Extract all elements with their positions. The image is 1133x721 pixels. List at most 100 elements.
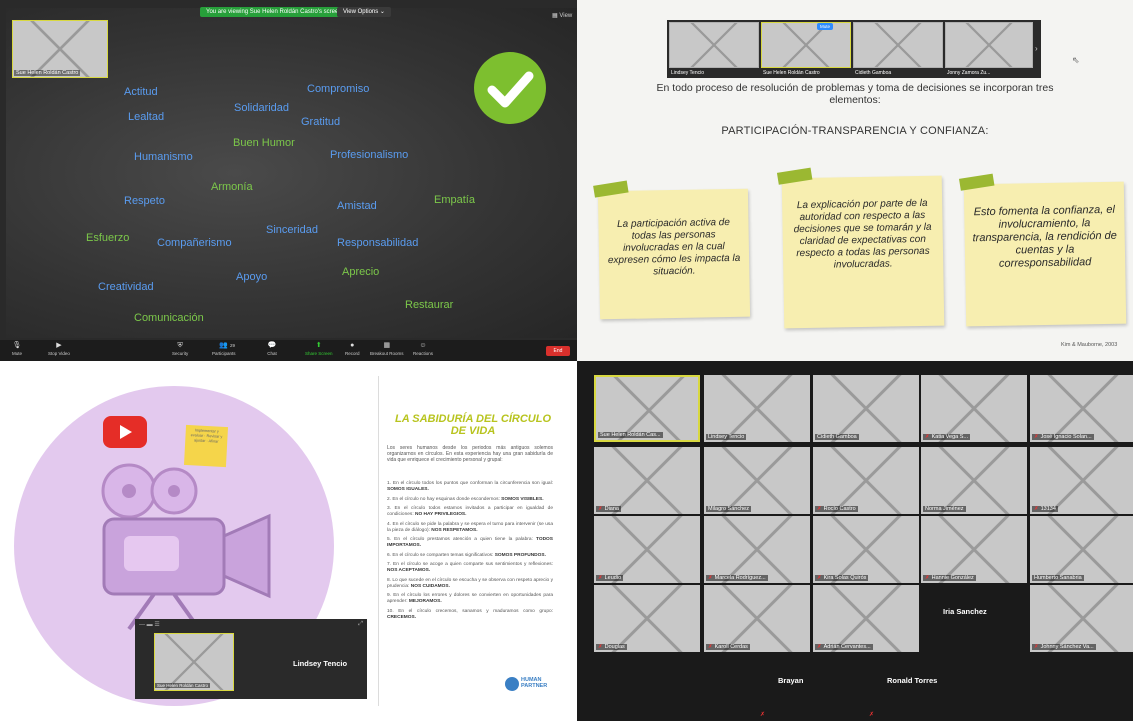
mic-muted-icon: ✗ (1034, 644, 1039, 650)
toolbar-label: Share Screen (305, 351, 333, 356)
value-word: Lealtad (128, 111, 165, 123)
participant-count: 29 (230, 343, 236, 348)
minimize-icon[interactable]: — ▬ ☰ (139, 621, 160, 628)
value-word: Sinceridad (266, 224, 318, 236)
participant-name: Ronald Torres (887, 676, 938, 685)
participant-tile[interactable]: ✗ Johnny Sánchez Va... (1030, 585, 1133, 652)
participant-video (704, 447, 810, 514)
participant-tile[interactable]: Humberto Sanabria (1030, 516, 1133, 583)
participant-video (1030, 375, 1133, 442)
participants-button[interactable]: 👥 Participants 29 (212, 342, 236, 356)
slide-title: LA SABIDURÍA DEL CÍRCULO DE VIDA (394, 413, 552, 437)
mic-muted-icon: ✗ (817, 644, 822, 650)
reactions-button[interactable]: ☺ Reactions (413, 342, 433, 356)
participant-name: Cidieth Gamboa (815, 434, 859, 440)
participant-tile[interactable]: ✗ Leudio (594, 516, 700, 583)
participant-video (704, 585, 810, 652)
share-banner: You are viewing Sue Helen Roldán Castro'… (200, 7, 348, 17)
cursor-icon: ⇖ (1072, 55, 1080, 65)
breakout-icon: ▦ (383, 342, 391, 349)
participant-tile[interactable]: ✗ José Ignacio Solan... (1030, 375, 1133, 442)
value-word: Amistad (337, 200, 377, 212)
note-text: La participación activa de todas las per… (607, 217, 741, 278)
value-word: Compañerismo (157, 237, 232, 249)
participant-tile[interactable]: Sue Helen Roldán Cas... (594, 375, 700, 442)
participant-video (921, 447, 1027, 514)
value-word: Empatía (434, 194, 475, 206)
value-word: Esfuerzo (86, 232, 130, 244)
participant-video (704, 516, 810, 583)
value-word: Solidaridad (234, 102, 290, 114)
mute-button[interactable]: Mute (817, 23, 834, 30)
participant-name: ✗ 13134 (1032, 506, 1058, 512)
breakout-rooms-button[interactable]: ▦ Breakout Rooms (370, 342, 404, 356)
film-camera-icon: ✕ (101, 463, 271, 631)
participant-tile[interactable]: ✗ Douglas (594, 585, 700, 652)
participant-name: ✗ José Ignacio Solan... (1032, 434, 1094, 440)
value-word: Armonía (211, 181, 253, 193)
youtube-icon[interactable] (103, 416, 147, 448)
participant-tile[interactable]: Norma Jiménez (921, 447, 1027, 514)
participant-video (761, 22, 851, 68)
participant-name: ✗ Karoll Cerdas (706, 644, 750, 650)
stop-video-button[interactable]: ▶ Stop Video (48, 342, 70, 356)
wisdom-item: 10. En el círculo crecemos, sanamos y ma… (387, 608, 553, 620)
divider (378, 376, 379, 706)
zoom-toolbar: 🎙 Mute ▶ Stop Video ⛨ Security 👥 Participants 29… (0, 340, 577, 361)
participant-tile[interactable]: Lindsey Tencio (704, 375, 810, 442)
human-partner-logo: HUMAN PARTNER (505, 675, 555, 695)
value-word: Aprecio (342, 266, 380, 278)
mic-muted-icon: ✗ (869, 712, 875, 718)
mic-icon: 🎙 (12, 342, 22, 349)
end-button[interactable]: End (546, 346, 570, 356)
value-word: Restaurar (405, 299, 454, 311)
participant-name: ✗ Johnny Sánchez Va... (1032, 644, 1096, 650)
participant-video (813, 447, 919, 514)
participant-name: ✗ Diana (596, 506, 621, 512)
mic-muted-icon: ✗ (1034, 506, 1039, 512)
participant-tile[interactable]: ✗ Katia Vega S... (921, 375, 1027, 442)
chat-button[interactable]: 💬 Chat (267, 342, 277, 356)
participant-tile[interactable]: ✗ Marcela Rodríguez... (704, 516, 810, 583)
value-word: Creatividad (98, 281, 154, 293)
participant-tile[interactable]: ✗ Kira Solas Quirós (813, 516, 919, 583)
value-word: Respeto (124, 195, 165, 207)
participant-video (921, 516, 1027, 583)
mic-muted-icon: ✗ (708, 575, 713, 581)
chevron-right-icon[interactable]: › (1035, 44, 1038, 53)
record-button[interactable]: ● Record (345, 342, 360, 356)
participant-video (813, 516, 919, 583)
view-options-button[interactable]: View Options ⌄ (337, 7, 391, 17)
sticky-note: La explicación por parte de la autoridad… (776, 167, 945, 329)
participant-tile[interactable]: Cidieth Gamboa (813, 375, 919, 442)
participant-video (704, 375, 810, 442)
participant-name: Sue Helen Roldán Cas... (598, 432, 663, 438)
participant-tile[interactable]: ✗ Diana (594, 447, 700, 514)
share-screen-button[interactable]: ⬆ Share Screen (305, 342, 333, 356)
sticky-note: La participación activa de todas las per… (593, 180, 751, 320)
security-button[interactable]: ⛨ Security (172, 342, 188, 356)
strip-name: Jonny Zamora Zu... (947, 70, 991, 76)
participant-tile[interactable]: ✗ 13134 (1030, 447, 1133, 514)
participant-video (594, 447, 700, 514)
toolbar-label: Stop Video (48, 351, 70, 356)
people-icon: 👥 (219, 342, 229, 349)
participant-tile[interactable]: ✗ Hannie González (921, 516, 1027, 583)
participant-tile[interactable]: ✗ Karoll Cerdas (704, 585, 810, 652)
value-word: Compromiso (307, 83, 370, 95)
sticky-note: Esto fomenta la confianza, el involucram… (959, 173, 1127, 327)
expand-icon[interactable]: ⤢ (358, 621, 363, 628)
view-button[interactable]: ▦ View (552, 12, 572, 19)
participant-tile[interactable]: ✗ Adrián Cervantes... (813, 585, 919, 652)
value-word: Gratitud (301, 116, 341, 128)
mic-muted-icon: ✗ (598, 506, 603, 512)
participant-tile[interactable]: ✗ Rocío Castro (813, 447, 919, 514)
mute-button[interactable]: 🎙 Mute (12, 342, 22, 356)
wisdom-item: 1. En el círculo todos los puntos que co… (387, 481, 553, 492)
toolbar-label: Chat (267, 351, 277, 356)
video-icon: ▶ (56, 342, 62, 349)
participant-name: ✗ Marcela Rodríguez... (706, 575, 768, 581)
slide-intro: Los seres humanos desde los periodos más… (387, 445, 553, 463)
toolbar-label: Record (345, 351, 360, 356)
participant-tile[interactable]: Milagro Sánchez (704, 447, 810, 514)
